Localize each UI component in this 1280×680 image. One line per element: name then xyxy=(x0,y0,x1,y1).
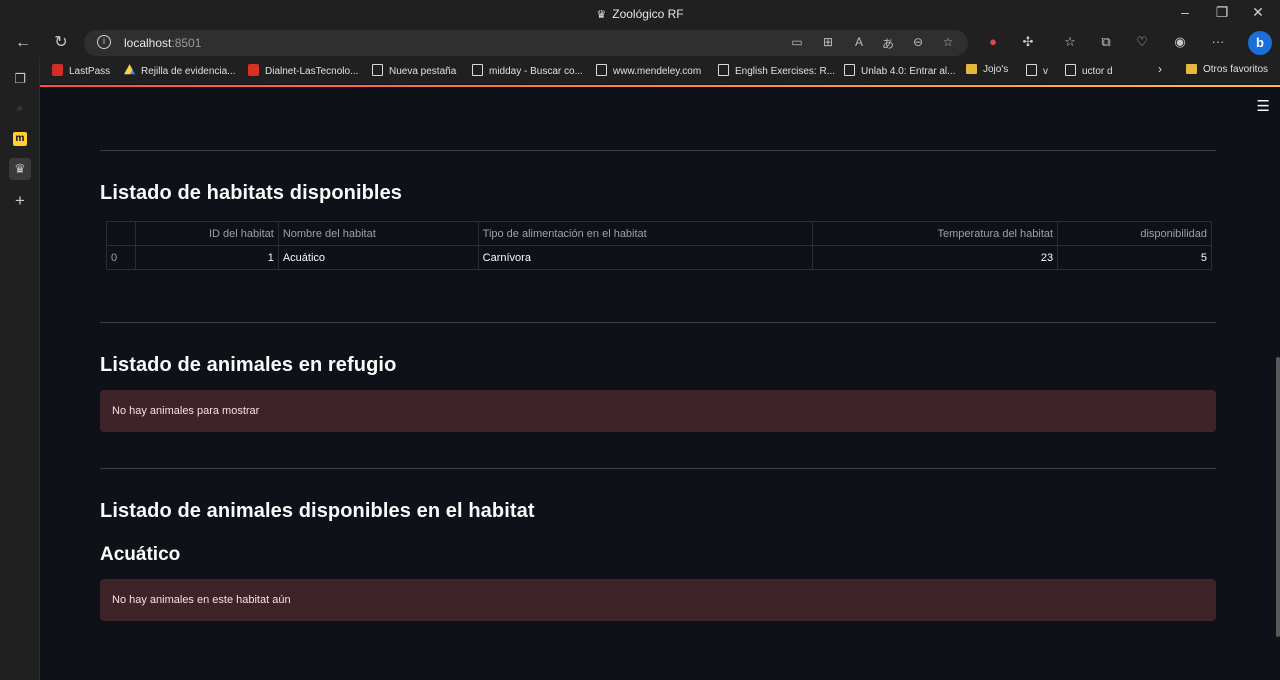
more-options-icon[interactable]: ··· xyxy=(1208,34,1228,52)
table-cell[interactable]: Acuático xyxy=(277,245,479,270)
collections-icon[interactable]: ⧉ xyxy=(1096,34,1116,52)
app-main: ☰ Listado de habitats disponibles ID del… xyxy=(40,87,1280,680)
habitat-animals-empty-alert: No hay animales en este habitat aún xyxy=(100,579,1216,621)
bookmark-rejilla[interactable]: Rejilla de evidencia... xyxy=(124,64,236,77)
bookmark-folder-otros-favoritos[interactable]: Otros favoritos xyxy=(1186,64,1268,75)
habitat-animals-section-title: Listado de animales disponibles en el ha… xyxy=(100,500,535,522)
favorites-icon[interactable]: ☆ xyxy=(1060,34,1080,52)
refugio-empty-alert: No hay animales para mostrar xyxy=(100,390,1216,432)
habitats-table[interactable]: ID del habitat Nombre del habitat Tipo d… xyxy=(106,221,1212,270)
divider xyxy=(100,150,1216,151)
url-text[interactable]: localhost:8501 xyxy=(124,36,201,50)
window-title-bar: ♛ Zoológico RF – ❐ ✕ xyxy=(0,0,1280,28)
profile-avatar[interactable]: ◉ xyxy=(1170,34,1190,52)
bookmark-lastpass[interactable]: LastPass xyxy=(52,64,110,77)
address-bar[interactable]: i localhost:8501 ▭ ⊞ A あ ⊖ ☆ xyxy=(84,30,968,56)
navigation-bar: ← ↻ i localhost:8501 ▭ ⊞ A あ ⊖ ☆ ● ✣ ☆ ⧉… xyxy=(0,28,1280,58)
page-icon xyxy=(1026,64,1037,76)
bookmarks-bar: LastPass Rejilla de evidencia... Dialnet… xyxy=(40,58,1280,84)
name-column-header[interactable]: Nombre del habitat xyxy=(277,221,479,246)
folder-icon xyxy=(966,64,977,74)
bookmark-dialnet[interactable]: Dialnet-LasTecnolo... xyxy=(248,64,358,77)
table-cell[interactable]: 23 xyxy=(812,245,1059,270)
streamlit-crown-icon: ♛ xyxy=(596,9,607,21)
window-title: ♛ Zoológico RF xyxy=(596,7,684,21)
maximize-icon[interactable]: ❐ xyxy=(1212,4,1232,21)
back-arrow-icon[interactable]: ← xyxy=(12,33,34,55)
new-tab-plus-icon[interactable]: + xyxy=(9,190,31,212)
extensions-grid-icon[interactable]: ⊞ xyxy=(819,35,837,51)
availability-column-header[interactable]: disponibilidad xyxy=(1057,221,1212,246)
bookmark-mendeley[interactable]: www.mendeley.com xyxy=(596,64,701,77)
add-favorite-star-icon[interactable]: ☆ xyxy=(939,35,957,51)
table-cell[interactable]: 1 xyxy=(134,245,279,270)
zoom-icon[interactable]: ⊖ xyxy=(909,35,927,51)
scrollbar[interactable] xyxy=(1276,357,1280,637)
page-icon xyxy=(718,64,729,76)
search-icon[interactable]: ⌕ xyxy=(9,98,31,120)
pdf-icon xyxy=(248,64,259,76)
close-icon[interactable]: ✕ xyxy=(1248,4,1268,21)
refugio-section-title: Listado de animales en refugio xyxy=(100,354,397,376)
browser-side-panel: ❐ ⌕ m ♛ + xyxy=(0,58,40,680)
bookmark-folder-jojos[interactable]: Jojo's xyxy=(966,64,1008,75)
streamlit-tab-icon[interactable]: ♛ xyxy=(9,158,31,180)
id-column-header[interactable]: ID del habitat xyxy=(134,221,279,246)
extensions-puzzle-icon[interactable]: ✣ xyxy=(1018,34,1038,52)
info-icon[interactable]: i xyxy=(97,35,111,49)
translate-icon[interactable]: あ xyxy=(879,35,897,51)
google-drive-icon xyxy=(124,64,135,75)
bing-copilot-icon[interactable]: b xyxy=(1248,31,1272,55)
divider xyxy=(100,322,1216,323)
habitats-section-title: Listado de habitats disponibles xyxy=(100,182,403,204)
bookmark-midday[interactable]: midday - Buscar co... xyxy=(472,64,583,77)
temperature-column-header[interactable]: Temperatura del habitat xyxy=(812,221,1059,246)
page-icon xyxy=(472,64,483,76)
browser-essentials-icon[interactable]: ♡ xyxy=(1132,34,1152,52)
bookmark-unlab[interactable]: Unlab 4.0: Entrar al... xyxy=(844,64,956,77)
read-aloud-icon[interactable]: A xyxy=(850,35,868,51)
page-icon xyxy=(596,64,607,76)
bookmark-v[interactable]: v xyxy=(1026,64,1048,77)
tab-actions-icon[interactable]: ❐ xyxy=(9,68,31,90)
habitat-name-subtitle: Acuático xyxy=(100,544,181,565)
table-row: 0 1 Acuático Carnívora 23 5 xyxy=(106,245,1212,270)
folder-icon xyxy=(1186,64,1197,74)
app-available-icon[interactable]: ▭ xyxy=(788,35,806,51)
miro-tab-icon[interactable]: m xyxy=(13,132,27,146)
refresh-icon[interactable]: ↻ xyxy=(50,33,72,55)
table-header-row: ID del habitat Nombre del habitat Tipo d… xyxy=(106,221,1212,246)
bookmark-uctor-d[interactable]: uctor d xyxy=(1065,64,1113,77)
table-cell[interactable]: 5 xyxy=(1057,245,1212,270)
divider xyxy=(100,468,1216,469)
hamburger-menu-icon[interactable]: ☰ xyxy=(1257,97,1270,115)
minimize-icon[interactable]: – xyxy=(1175,4,1195,20)
table-cell[interactable]: Carnívora xyxy=(477,245,814,270)
bookmark-nueva-pestana[interactable]: Nueva pestaña xyxy=(372,64,456,77)
lastpass-icon xyxy=(52,64,63,76)
food-type-column-header[interactable]: Tipo de alimentación en el habitat xyxy=(477,221,814,246)
chevron-right-icon[interactable]: › xyxy=(1158,62,1162,76)
page-icon xyxy=(1065,64,1076,76)
bookmark-english-exercises[interactable]: English Exercises: R... xyxy=(718,64,835,77)
page-icon xyxy=(372,64,383,76)
page-icon xyxy=(844,64,855,76)
row-index-cell: 0 xyxy=(106,245,136,270)
index-column-header xyxy=(106,221,136,246)
adblock-extension-icon[interactable]: ● xyxy=(983,34,1003,52)
